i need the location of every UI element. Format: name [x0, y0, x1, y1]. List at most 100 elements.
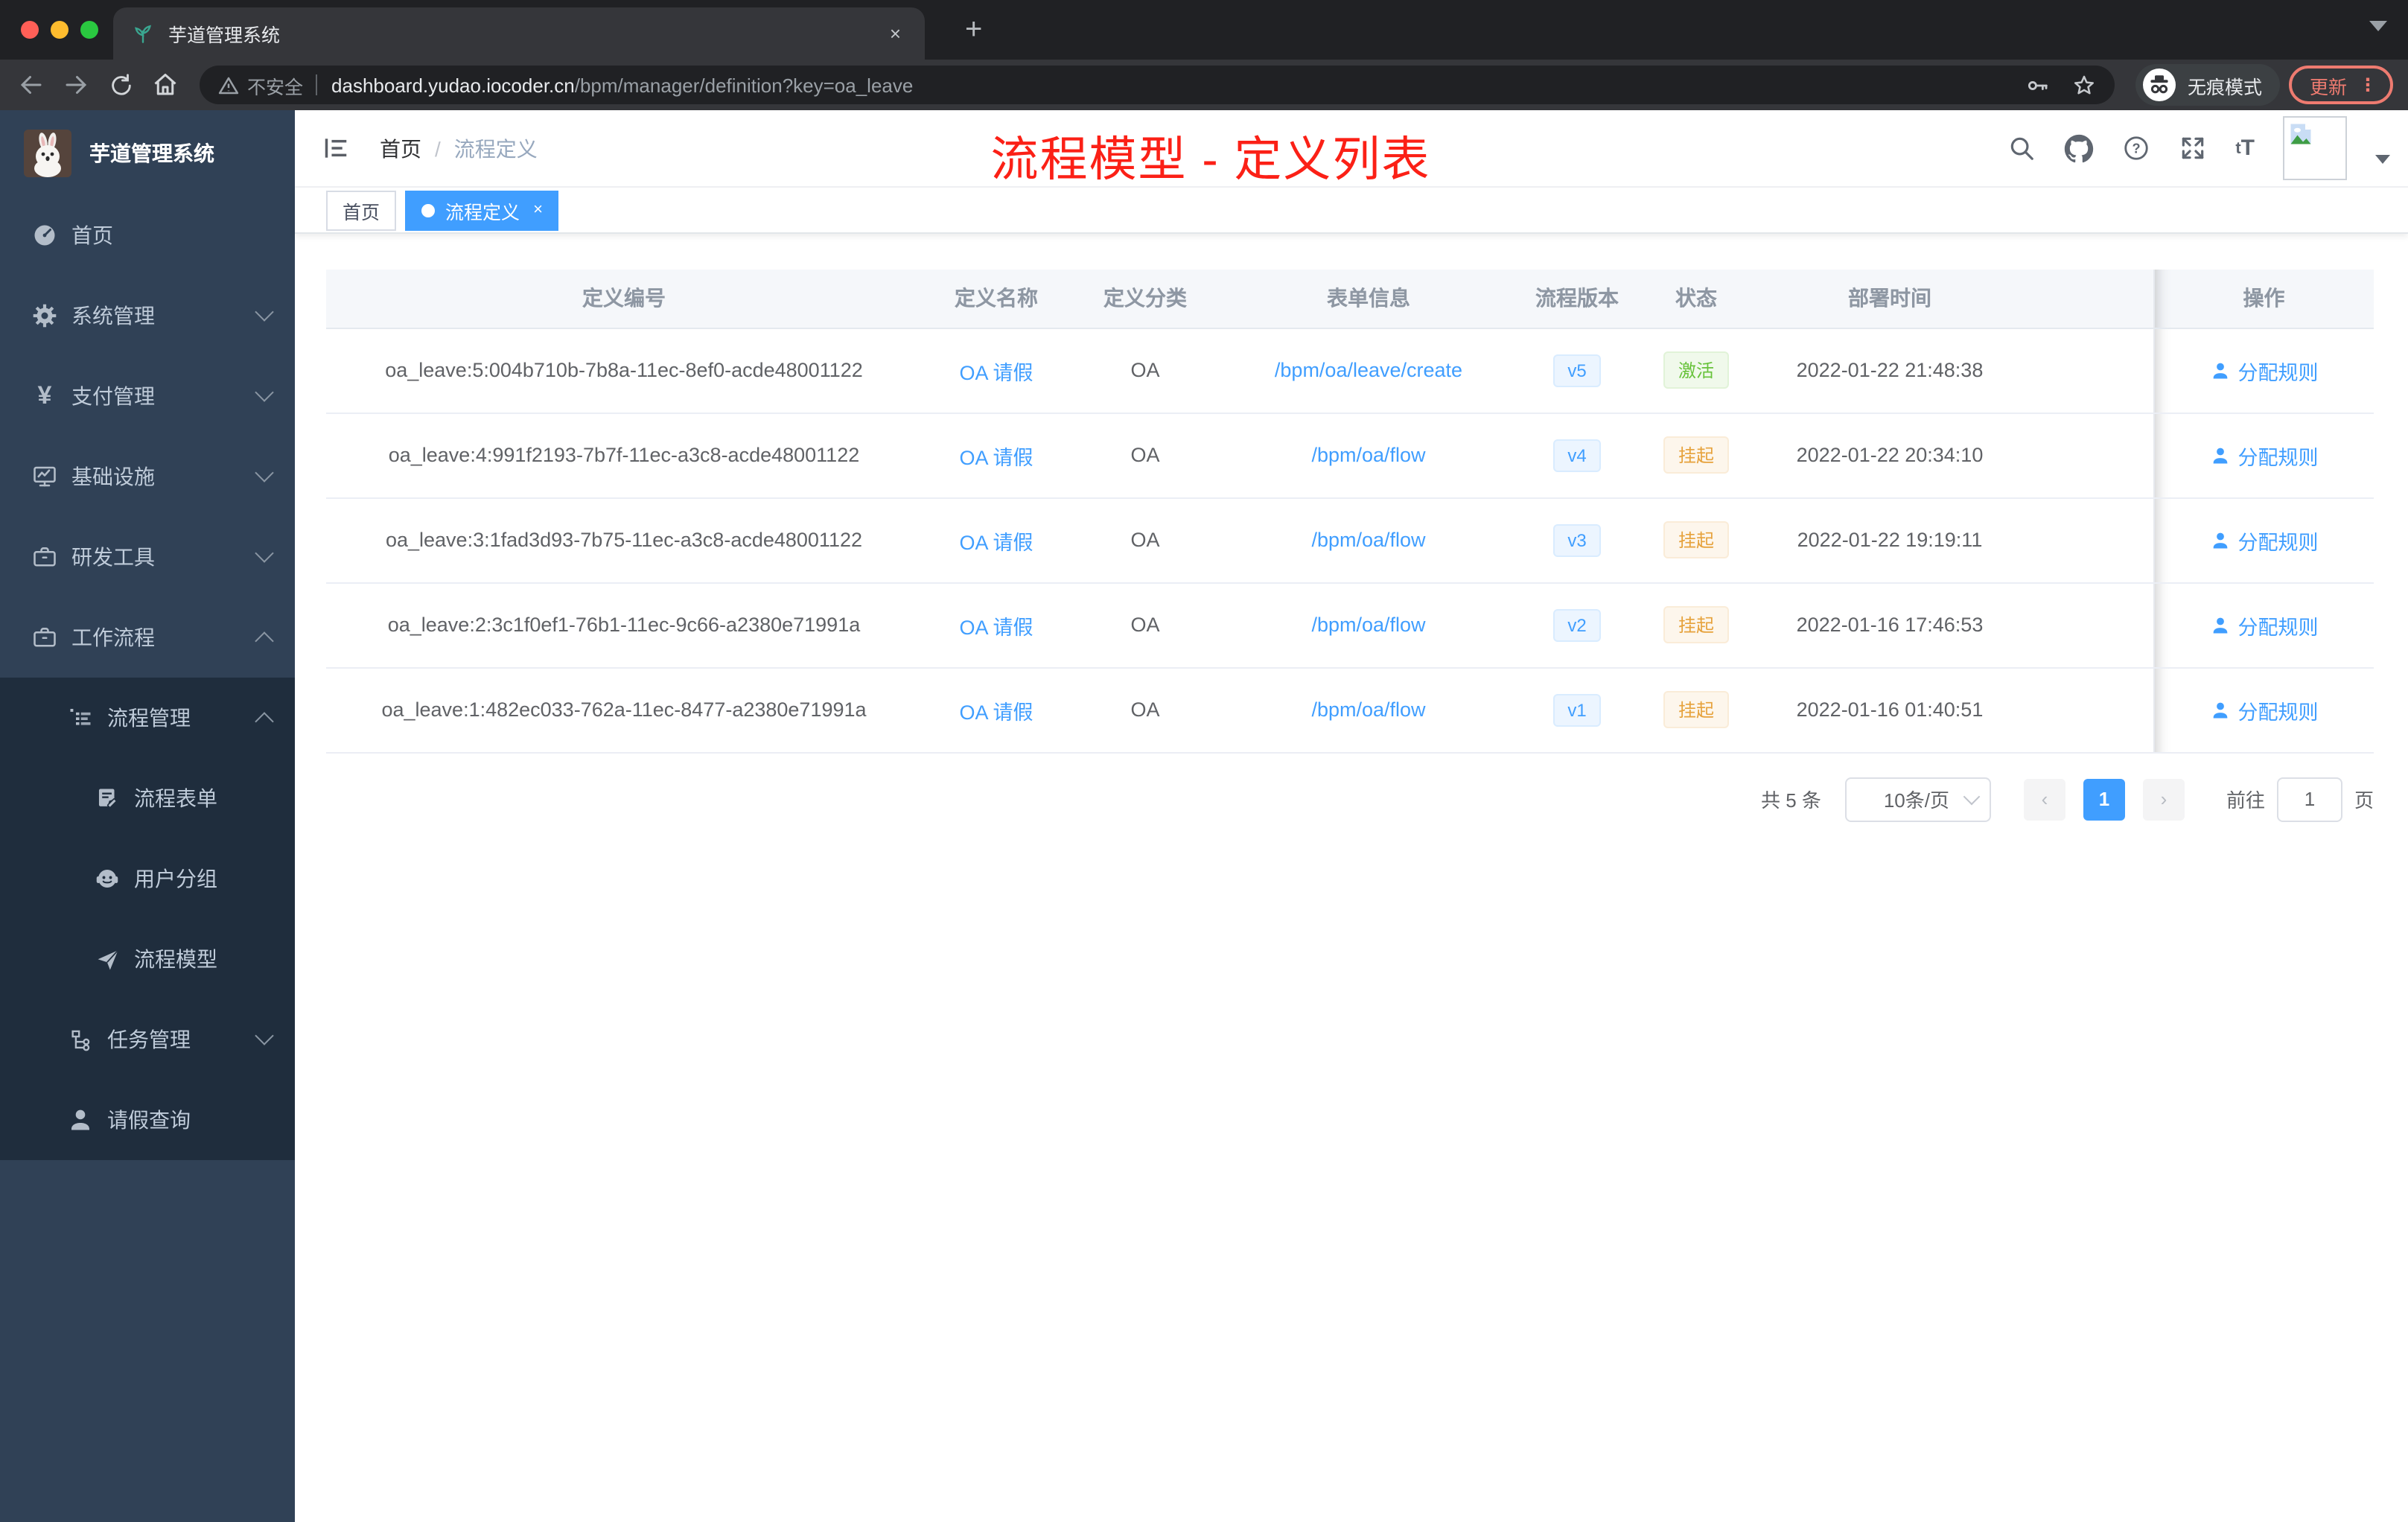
sidebar: 芋道管理系统 首页 系统管理 ¥ 支付管理 基础设施 研发工具 工作流程 流程管… — [0, 110, 295, 1522]
zoom-window-button[interactable] — [80, 21, 98, 39]
dashboard-icon — [30, 222, 60, 249]
minimize-window-button[interactable] — [51, 21, 69, 39]
close-window-button[interactable] — [21, 21, 39, 39]
table-row: oa_leave:4:991f2193-7b7f-11ec-a3c8-acde4… — [326, 413, 2374, 498]
address-bar[interactable]: 不安全 dashboard.yudao.iocoder.cn/bpm/manag… — [200, 66, 2115, 104]
forward-button[interactable] — [54, 64, 98, 106]
assign-rule-link[interactable]: 分配规则 — [2210, 610, 2319, 640]
new-tab-button[interactable]: + — [965, 12, 982, 48]
definition-name-link[interactable]: OA 请假 — [959, 531, 1033, 553]
broken-image-icon — [2290, 124, 2311, 144]
tag-home[interactable]: 首页 — [326, 190, 397, 230]
tag-process-definition[interactable]: 流程定义 × — [405, 190, 559, 230]
pagination: 共 5 条 10条/页 ‹ 1 › 前往 页 — [326, 777, 2374, 821]
search-button[interactable] — [2007, 134, 2036, 162]
definition-name-link[interactable]: OA 请假 — [959, 446, 1033, 468]
definition-category-cell: OA — [1071, 667, 1220, 753]
assign-rule-link[interactable]: 分配规则 — [2210, 525, 2319, 555]
definition-category-cell: OA — [1071, 582, 1220, 668]
sidebar-item-label: 基础设施 — [71, 465, 155, 488]
favicon-sprout-icon — [135, 24, 151, 42]
tag-close-icon[interactable]: × — [533, 201, 543, 219]
definition-id-cell: oa_leave:1:482ec033-762a-11ec-8477-a2380… — [326, 667, 922, 753]
window-controls[interactable] — [21, 21, 98, 39]
page-content: 定义编号 定义名称 定义分类 表单信息 流程版本 状态 部署时间 操作 oa_l… — [295, 234, 2408, 821]
assign-rule-link[interactable]: 分配规则 — [2210, 355, 2319, 385]
sidebar-item-system[interactable]: 系统管理 — [0, 276, 295, 356]
definition-category: OA — [1130, 359, 1160, 381]
form-info-link[interactable]: /bpm/oa/leave/create — [1275, 359, 1462, 381]
next-page-button[interactable]: › — [2142, 778, 2185, 820]
warning-icon — [218, 76, 239, 94]
sidebar-item-dev-tools[interactable]: 研发工具 — [0, 517, 295, 597]
sidebar-item-label: 流程表单 — [134, 786, 217, 810]
home-button[interactable] — [143, 64, 188, 106]
sidebar-item-label: 任务管理 — [107, 1028, 191, 1051]
sidebar-item-user-groups[interactable]: 用户分组 — [0, 838, 295, 919]
pagination-total: 共 5 条 — [1761, 789, 1821, 812]
breadcrumb-home[interactable]: 首页 — [380, 133, 421, 163]
form-info-cell: /bpm/oa/flow — [1220, 667, 1517, 753]
browser-tab[interactable]: 芋道管理系统 × — [113, 7, 925, 60]
tab-title: 芋道管理系统 — [168, 25, 281, 46]
definition-name-cell: OA 请假 — [922, 667, 1071, 753]
sidebar-item-process-model[interactable]: 流程模型 — [0, 919, 295, 999]
sidebar-item-process-management[interactable]: 流程管理 — [0, 678, 295, 758]
form-info-link[interactable]: /bpm/oa/flow — [1311, 444, 1425, 466]
definition-name-link[interactable]: OA 请假 — [959, 701, 1033, 723]
assign-rule-link[interactable]: 分配规则 — [2210, 440, 2319, 470]
definition-id: oa_leave:1:482ec033-762a-11ec-8477-a2380… — [381, 698, 867, 721]
sidebar-item-home[interactable]: 首页 — [0, 195, 295, 276]
version-cell: v2 — [1517, 582, 1637, 668]
sidebar-logo[interactable]: 芋道管理系统 — [0, 110, 295, 195]
fullscreen-button[interactable] — [2179, 134, 2207, 162]
sidebar-item-process-form[interactable]: 流程表单 — [0, 758, 295, 838]
goto-page-input[interactable] — [2276, 777, 2342, 821]
fold-icon — [325, 138, 347, 158]
kebab-menu-icon[interactable]: ⋮ — [2359, 74, 2377, 95]
deploy-time-cell: 2022-01-16 17:46:53 — [1756, 582, 2024, 668]
tags-view-bar: 首页 流程定义 × — [295, 188, 2408, 234]
actions-cell: 分配规则 — [2153, 413, 2374, 498]
sidebar-item-leave-query[interactable]: 请假查询 — [0, 1080, 295, 1160]
user-avatar[interactable] — [2283, 116, 2347, 180]
tab-search-caret-icon[interactable] — [2369, 21, 2387, 31]
definition-name-cell: OA 请假 — [922, 413, 1071, 498]
tab-close-icon[interactable]: × — [884, 22, 907, 45]
tag-label: 首页 — [343, 202, 380, 223]
sidebar-collapse-button[interactable] — [295, 134, 368, 162]
current-page-button[interactable]: 1 — [2083, 778, 2125, 820]
form-info-link[interactable]: /bpm/oa/flow — [1311, 614, 1425, 636]
status-badge: 激活 — [1663, 351, 1729, 389]
chrome-update-button[interactable]: 更新 ⋮ — [2288, 66, 2393, 104]
chevron-down-icon — [255, 544, 274, 563]
font-size-button[interactable]: tT — [2235, 136, 2255, 161]
assign-rule-link[interactable]: 分配规则 — [2210, 695, 2319, 725]
sidebar-item-workflow[interactable]: 工作流程 — [0, 597, 295, 678]
deploy-time-cell: 2022-01-22 20:34:10 — [1756, 413, 2024, 498]
sidebar-item-payment[interactable]: ¥ 支付管理 — [0, 356, 295, 436]
breadcrumb-separator: / — [435, 136, 441, 160]
app-title: 芋道管理系统 — [89, 141, 214, 165]
github-link[interactable] — [2064, 133, 2094, 163]
reload-button[interactable] — [98, 64, 143, 106]
help-button[interactable]: ? — [2122, 134, 2150, 162]
form-info-link[interactable]: /bpm/oa/flow — [1311, 698, 1425, 721]
form-info-link[interactable]: /bpm/oa/flow — [1311, 529, 1425, 551]
sidebar-item-task-management[interactable]: 任务管理 — [0, 999, 295, 1080]
definition-category: OA — [1130, 698, 1160, 721]
col-deploy-time: 部署时间 — [1756, 270, 2024, 328]
user-icon — [66, 1107, 95, 1133]
filler-cell — [2024, 413, 2153, 498]
page-size-select[interactable]: 10条/页 — [1844, 777, 1991, 821]
definition-name-link[interactable]: OA 请假 — [959, 616, 1033, 638]
avatar-caret-down-icon[interactable] — [2375, 154, 2390, 163]
github-icon — [2065, 133, 2094, 162]
sidebar-item-infrastructure[interactable]: 基础设施 — [0, 436, 295, 517]
key-icon[interactable] — [2025, 72, 2051, 98]
bookmark-star-icon[interactable] — [2071, 72, 2097, 98]
definition-name-link[interactable]: OA 请假 — [959, 361, 1033, 383]
prev-page-button[interactable]: ‹ — [2023, 778, 2065, 820]
back-button[interactable] — [9, 64, 54, 106]
col-definition-id: 定义编号 — [326, 270, 922, 328]
